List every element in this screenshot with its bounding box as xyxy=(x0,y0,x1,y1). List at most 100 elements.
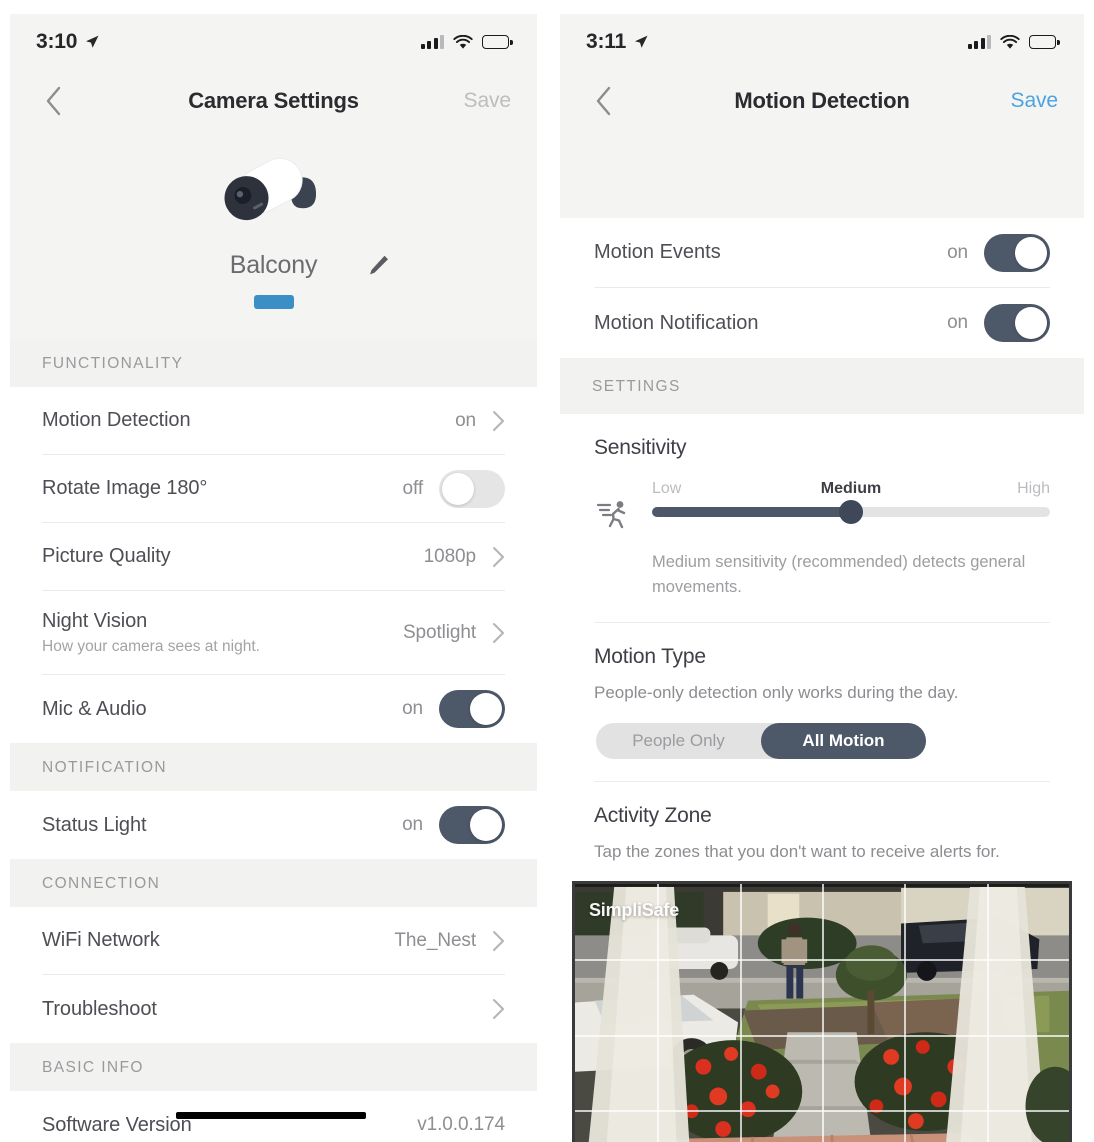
activity-zone-block: Activity Zone Tap the zones that you don… xyxy=(560,782,1084,865)
section-header-basic-info: BASIC INFO xyxy=(10,1043,537,1091)
chevron-right-icon xyxy=(493,546,504,567)
motion-detection-body: Motion Events on Motion Notification on … xyxy=(560,218,1084,1142)
slider-tick-labels: Low Medium High xyxy=(652,480,1050,498)
cellular-signal-icon xyxy=(420,35,444,49)
save-button-right[interactable]: Save xyxy=(1011,89,1059,113)
row-night-vision[interactable]: Night Vision How your camera sees at nig… xyxy=(42,591,505,675)
slider-label-low: Low xyxy=(652,480,682,497)
sensitivity-note: Medium sensitivity (recommended) detects… xyxy=(652,553,1026,596)
sensitivity-slider-group: Low Medium High xyxy=(594,480,1050,534)
motion-toggle-rows: Motion Events on Motion Notification on xyxy=(560,218,1084,358)
section-header-functionality: FUNCTIONALITY xyxy=(10,339,537,387)
slider-label-high: High xyxy=(1017,480,1050,497)
wifi-icon xyxy=(1000,34,1020,49)
motion-type-desc: People-only detection only works during … xyxy=(594,682,959,702)
save-button-left[interactable]: Save xyxy=(464,89,512,113)
functionality-rows: Motion Detection on Rotate Image 180° of… xyxy=(10,387,537,743)
status-time-group: 3:10 xyxy=(36,30,100,54)
toggle-motion-notification[interactable] xyxy=(984,304,1050,342)
segment-people-only[interactable]: People Only xyxy=(596,723,761,759)
row-value: on xyxy=(947,312,968,333)
row-picture-quality[interactable]: Picture Quality 1080p xyxy=(42,523,505,591)
row-label: Night Vision xyxy=(42,609,148,632)
row-value: v1.0.0.174 xyxy=(417,1114,505,1135)
battery-icon xyxy=(482,35,513,49)
sensitivity-slider[interactable]: Low Medium High xyxy=(652,480,1050,524)
motion-type-block: Motion Type People-only detection only w… xyxy=(560,622,1084,760)
motion-type-segmented-control[interactable]: People Only All Motion xyxy=(596,723,926,760)
row-label: Motion Notification xyxy=(594,311,759,334)
section-header-notification: NOTIFICATION xyxy=(10,743,537,791)
wifi-icon xyxy=(453,34,473,49)
toggle-motion-events[interactable] xyxy=(984,233,1050,272)
row-label: WiFi Network xyxy=(42,929,160,951)
toggle-status-light[interactable] xyxy=(439,806,505,844)
location-arrow-icon xyxy=(86,35,99,48)
row-value: on xyxy=(455,409,476,431)
hero-spacer xyxy=(560,132,1084,218)
section-header-settings: SETTINGS xyxy=(560,358,1084,414)
row-troubleshoot[interactable]: Troubleshoot xyxy=(42,975,505,1043)
back-button-right[interactable] xyxy=(586,84,620,118)
notification-rows: Status Light on xyxy=(10,791,537,859)
battery-icon xyxy=(1029,35,1060,49)
camera-brand-watermark: SimpliSafe xyxy=(589,899,680,920)
connection-rows: WiFi Network The_Nest Troubleshoot xyxy=(10,907,537,1043)
row-sublabel: How your camera sees at night. xyxy=(42,637,260,655)
row-value: off xyxy=(402,477,424,499)
device-name-row: Balcony xyxy=(10,251,537,280)
pencil-edit-icon[interactable] xyxy=(365,253,391,279)
screenshot-stage: 3:10 Camera Settings Save Balcony FUNCTI… xyxy=(0,0,1094,1142)
slider-track[interactable] xyxy=(652,500,1050,524)
redaction-bar xyxy=(176,1112,366,1119)
segment-all-motion[interactable]: All Motion xyxy=(761,723,926,760)
row-label: Motion Detection xyxy=(42,409,191,431)
row-value: on xyxy=(402,698,423,719)
row-motion-notification[interactable]: Motion Notification on xyxy=(594,288,1050,358)
status-time: 3:11 xyxy=(586,30,627,53)
slider-fill xyxy=(652,507,851,517)
toggle-mic-audio[interactable] xyxy=(439,690,505,728)
row-value: The_Nest xyxy=(394,929,476,951)
nav-bar-left: Camera Settings Save xyxy=(10,70,537,132)
activity-zone-camera-preview[interactable]: SimpliSafe xyxy=(572,880,1072,1142)
page-title-left: Camera Settings xyxy=(188,88,359,113)
slider-label-medium: Medium xyxy=(820,480,882,497)
device-name: Balcony xyxy=(229,251,318,279)
chevron-left-icon xyxy=(596,86,610,116)
section-header-connection: CONNECTION xyxy=(10,859,537,907)
motion-type-title: Motion Type xyxy=(594,644,706,668)
running-person-icon xyxy=(594,494,634,534)
activity-zone-desc: Tap the zones that you don't want to rec… xyxy=(594,842,1000,862)
row-value: 1080p xyxy=(423,545,476,567)
back-button-left[interactable] xyxy=(36,84,70,118)
camera-settings-screen: 3:10 Camera Settings Save Balcony FUNCTI… xyxy=(10,14,537,1142)
security-camera-icon xyxy=(199,140,349,235)
sensitivity-block: Sensitivity Low Medium High Medium sensi… xyxy=(560,414,1084,600)
row-rotate-image[interactable]: Rotate Image 180° off xyxy=(42,455,505,523)
cellular-signal-icon xyxy=(967,35,991,49)
row-value: Spotlight xyxy=(402,621,476,643)
row-label: Motion Events xyxy=(594,241,721,263)
row-label: Status Light xyxy=(42,813,147,836)
slider-thumb[interactable] xyxy=(839,500,863,524)
device-status-indicator xyxy=(253,295,294,309)
chevron-right-icon xyxy=(493,410,504,431)
row-value: on xyxy=(947,241,968,263)
row-label: Rotate Image 180° xyxy=(42,477,208,499)
row-mic-audio[interactable]: Mic & Audio on xyxy=(42,675,505,743)
row-label: Picture Quality xyxy=(42,545,171,567)
location-arrow-icon xyxy=(635,35,648,48)
device-hero: Balcony xyxy=(10,132,537,339)
row-motion-detection[interactable]: Motion Detection on xyxy=(42,387,505,455)
activity-zone-title: Activity Zone xyxy=(594,804,712,828)
status-bar-right: 3:11 xyxy=(560,14,1084,70)
toggle-rotate-image[interactable] xyxy=(439,469,505,508)
page-title-right: Motion Detection xyxy=(734,88,910,113)
chevron-right-icon xyxy=(493,930,504,951)
status-time: 3:10 xyxy=(36,30,78,53)
row-wifi-network[interactable]: WiFi Network The_Nest xyxy=(42,907,505,975)
row-status-light[interactable]: Status Light on xyxy=(42,791,505,859)
status-bar-left: 3:10 xyxy=(10,14,537,70)
row-motion-events[interactable]: Motion Events on xyxy=(594,218,1050,288)
